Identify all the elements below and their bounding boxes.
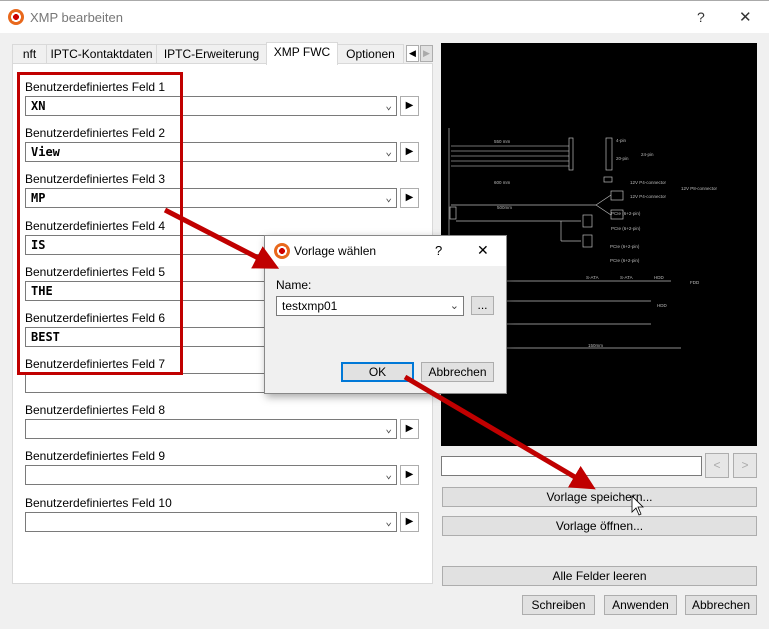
chevron-down-icon: ⌄ <box>449 300 459 312</box>
diagram-label: 150mm <box>588 343 603 348</box>
diagram-label: 12V P4-connector <box>630 180 667 185</box>
chevron-down-icon: ⌄ <box>385 515 392 528</box>
window-title: XMP bearbeiten <box>30 10 123 25</box>
diagram-label: 550 mm <box>494 139 511 144</box>
tab-xmp-fwc[interactable]: XMP FWC <box>266 42 338 65</box>
title-bar: XMP bearbeiten ? ✕ <box>0 0 769 33</box>
browse-button[interactable]: ... <box>471 296 494 315</box>
chevron-down-icon: ⌄ <box>385 422 392 435</box>
diagram-label: 20-pin <box>616 156 629 161</box>
close-button[interactable]: ✕ <box>739 8 752 26</box>
diagram-label: S-ATA <box>620 275 633 280</box>
diagram-label: FDD <box>690 280 700 285</box>
diagram-label: 500mm <box>497 205 512 210</box>
chevron-down-icon: ⌄ <box>385 468 392 481</box>
diagram-label: PCIe (6+2-pin) <box>611 226 641 231</box>
cancel-button[interactable]: Abbrechen <box>685 595 757 615</box>
field-menu-button[interactable]: ▶ <box>400 512 419 532</box>
name-label: Name: <box>276 278 312 292</box>
tab-iptc-erweiterung[interactable]: IPTC-Erweiterung <box>156 44 267 64</box>
dialog-cancel-button[interactable]: Abbrechen <box>421 362 494 382</box>
save-template-button[interactable]: Vorlage speichern... <box>442 487 757 507</box>
field-menu-button[interactable]: ▶ <box>400 188 419 208</box>
dialog-help-button[interactable]: ? <box>435 243 442 258</box>
field-label: Benutzerdefiniertes Feld 10 <box>25 496 172 510</box>
tab-herkunft[interactable]: nft <box>12 44 47 64</box>
apply-button[interactable]: Anwenden <box>604 595 677 615</box>
diagram-label: 24-pin <box>641 152 654 157</box>
open-template-button[interactable]: Vorlage öffnen... <box>442 516 757 536</box>
highlight-annotation <box>17 72 183 375</box>
field-menu-button[interactable]: ▶ <box>400 465 419 485</box>
ok-button[interactable]: OK <box>341 362 414 382</box>
field-menu-button[interactable]: ▶ <box>400 142 419 162</box>
diagram-label: HDD <box>657 303 667 308</box>
field-menu-button[interactable]: ▶ <box>400 96 419 116</box>
write-button[interactable]: Schreiben <box>522 595 595 615</box>
custom-field-combo[interactable]: ⌄ <box>25 465 397 485</box>
field-menu-button[interactable]: ▶ <box>400 419 419 439</box>
diagram-label: 12V P4-connector <box>630 194 667 199</box>
tab-scroll-left[interactable]: ◀ <box>406 45 419 62</box>
dialog-title-bar: Vorlage wählen ? ✕ <box>265 236 506 266</box>
clear-all-fields-button[interactable]: Alle Felder leeren <box>442 566 757 586</box>
diagram-label: PCIe (6+2-pin) <box>610 244 640 249</box>
dialog-close-button[interactable]: ✕ <box>477 242 489 259</box>
dialog-title: Vorlage wählen <box>294 244 377 258</box>
diagram-label: HDD <box>654 275 664 280</box>
tab-scroll-right[interactable]: ▶ <box>420 45 433 62</box>
field-label: Benutzerdefiniertes Feld 8 <box>25 403 166 417</box>
tab-iptc-kontaktdaten[interactable]: IPTC-Kontaktdaten <box>46 44 157 64</box>
field-label: Benutzerdefiniertes Feld 9 <box>25 449 166 463</box>
diagram-label: S-ATA <box>586 275 599 280</box>
diagram-label: PCIe (6+2-pin) <box>610 258 640 263</box>
diagram-label: 4-pin <box>616 138 627 143</box>
next-button[interactable]: > <box>733 453 757 478</box>
template-name-combo[interactable]: testxmp01 ⌄ <box>276 296 464 316</box>
prev-button[interactable]: < <box>705 453 729 478</box>
custom-field-combo[interactable]: ⌄ <box>25 419 397 439</box>
template-name-value: testxmp01 <box>282 299 338 313</box>
help-button[interactable]: ? <box>697 9 705 25</box>
chevron-down-icon: ⌄ <box>385 99 392 112</box>
app-icon <box>8 9 24 25</box>
diagram-label: PCIe (6+2-pin) <box>611 211 641 216</box>
diagram-label: 12V P8-connector <box>681 186 718 191</box>
template-name-input[interactable] <box>441 456 702 476</box>
app-icon <box>274 243 290 259</box>
custom-field-combo[interactable]: ⌄ <box>25 512 397 532</box>
chevron-down-icon: ⌄ <box>385 145 392 158</box>
tab-optionen[interactable]: Optionen <box>337 44 404 64</box>
chevron-down-icon: ⌄ <box>385 191 392 204</box>
diagram-label: 600 mm <box>494 180 511 185</box>
choose-template-dialog: Vorlage wählen ? ✕ Name: testxmp01 ⌄ ... … <box>264 235 507 394</box>
